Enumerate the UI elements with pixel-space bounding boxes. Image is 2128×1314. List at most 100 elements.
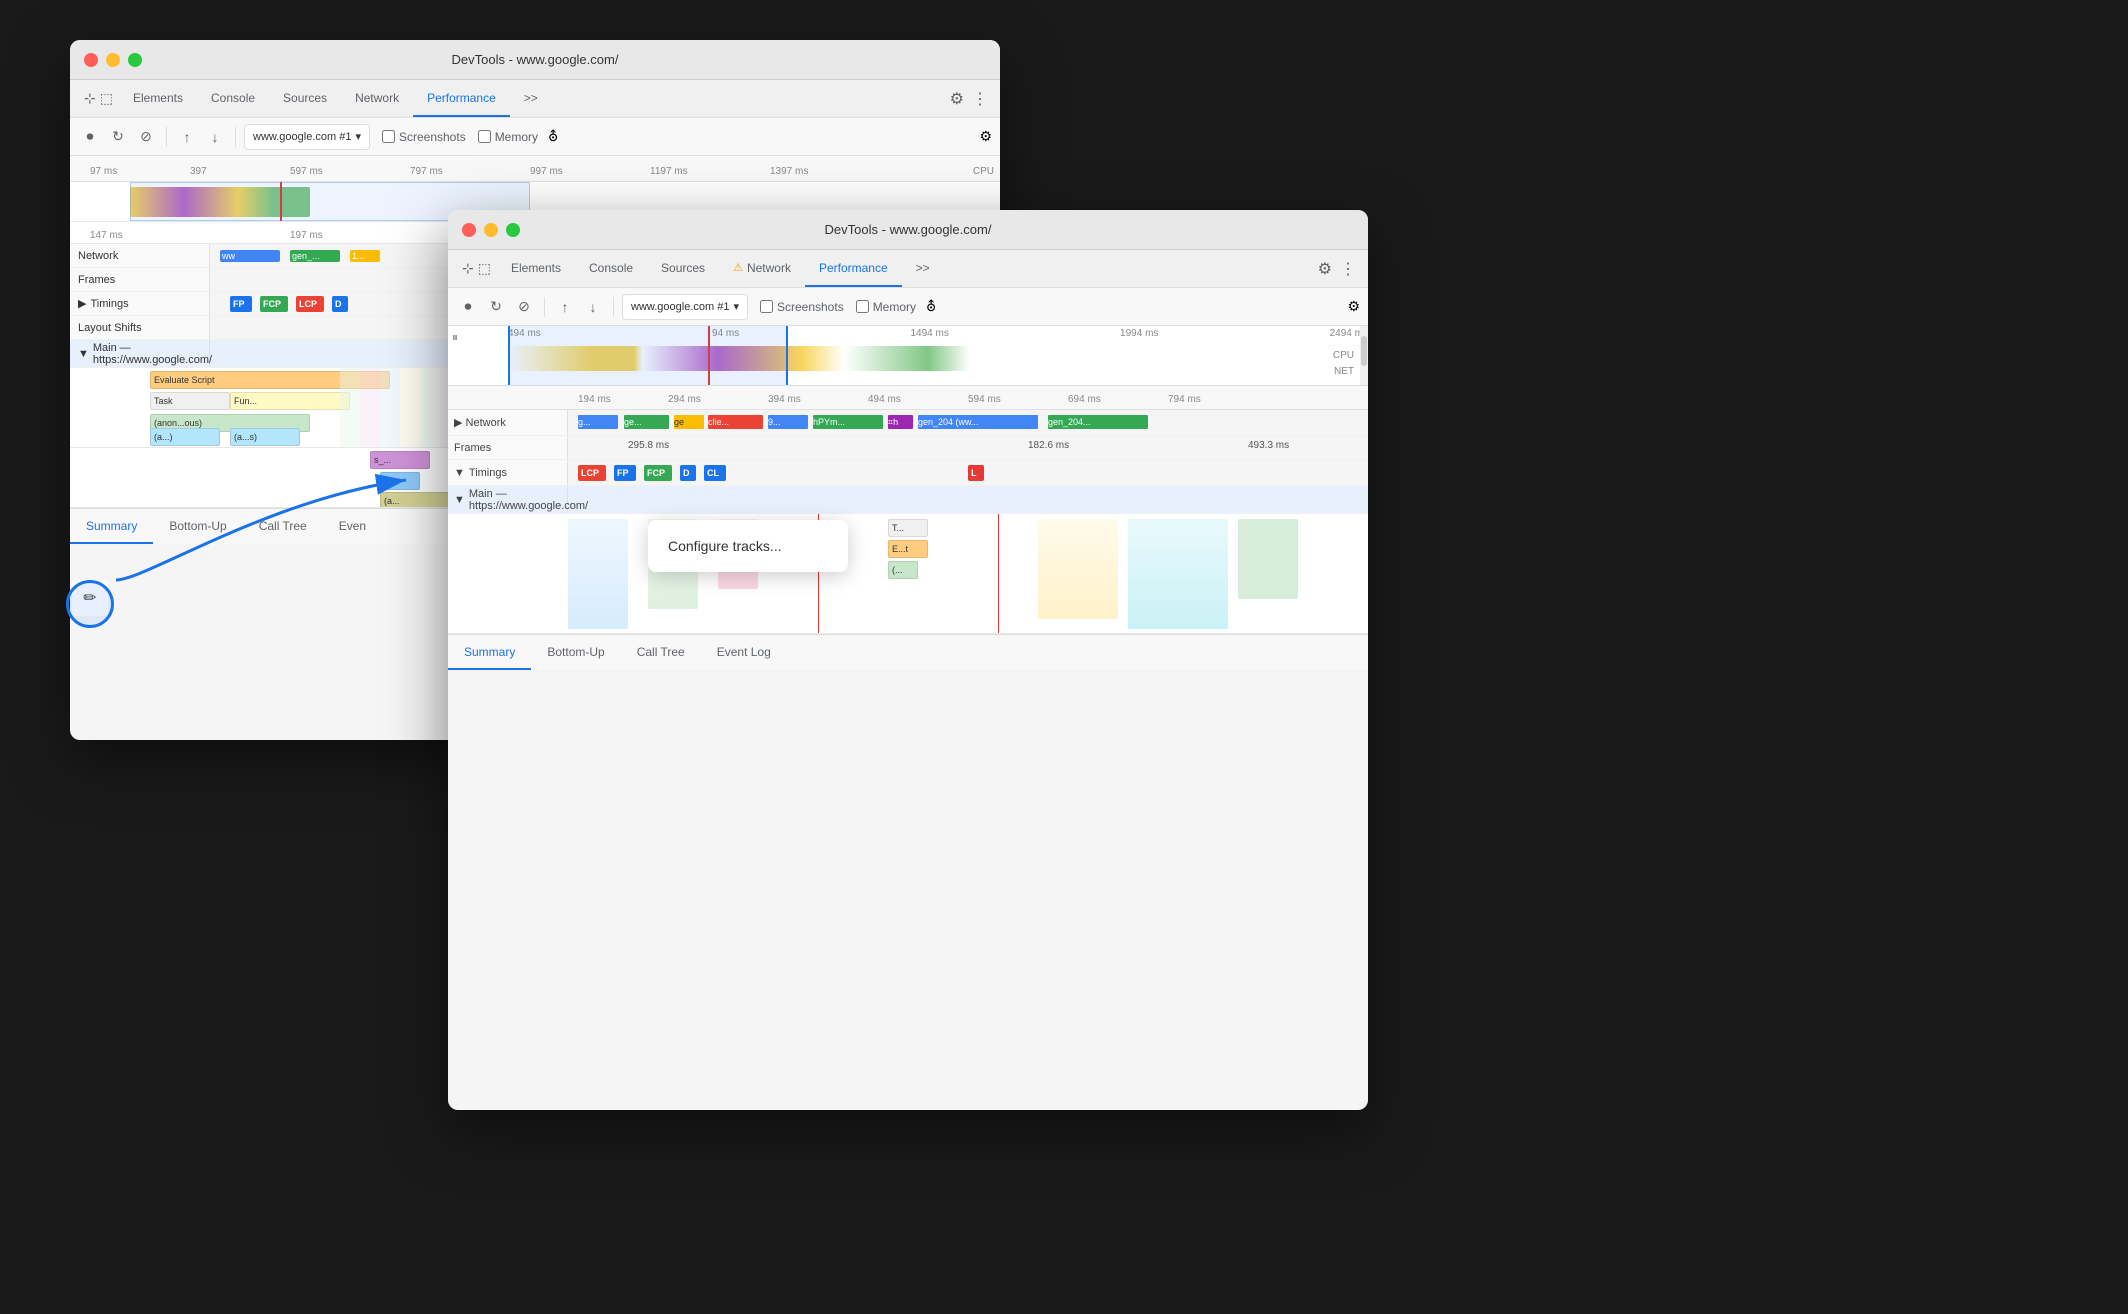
lcp-badge: LCP xyxy=(296,296,324,312)
ruler-397: 397 xyxy=(190,166,207,177)
close-button-1[interactable] xyxy=(84,53,98,67)
cursor-icon-1[interactable]: ⊹ xyxy=(84,90,96,107)
close-button-2[interactable] xyxy=(462,223,476,237)
tab-elements-1[interactable]: Elements xyxy=(119,80,197,117)
net-hpym: hPYm... xyxy=(813,415,883,429)
gear-icon-2[interactable]: ⚙ xyxy=(1318,259,1332,279)
bottom-up-tab-1[interactable]: Bottom-Up xyxy=(153,509,242,544)
tab-network-1[interactable]: Network xyxy=(341,80,413,117)
tab-overflow-2[interactable]: >> xyxy=(902,250,944,287)
event-log-tab-1[interactable]: Even xyxy=(323,509,382,544)
divider-2 xyxy=(235,127,236,147)
memory-checkbox-1[interactable]: Memory xyxy=(478,130,538,144)
timeline-overview-2[interactable]: ⏸ 494 ms 94 ms 1494 ms 1994 ms 2494 ms C… xyxy=(448,326,1368,386)
minimize-button-2[interactable] xyxy=(484,223,498,237)
call-tree-tab-1[interactable]: Call Tree xyxy=(243,509,323,544)
cpu-throttle-icon-2[interactable]: ⛢ xyxy=(926,298,936,315)
paren-block: (... xyxy=(888,561,918,579)
main-flame-area-2[interactable]: T... E...t (... xyxy=(448,514,1368,634)
cursor-icon-2[interactable]: ⊹ xyxy=(462,260,474,277)
toolbar-2: ⏺ ↻ ⊘ ↑ ↓ www.google.com #1 ▾ Screenshot… xyxy=(448,288,1368,326)
summary-tab-1[interactable]: Summary xyxy=(70,509,153,544)
net-track-1: 1... xyxy=(350,250,380,262)
settings-icon-2[interactable]: ⚙ xyxy=(1347,298,1360,315)
record-button-1[interactable]: ⏺ xyxy=(78,125,102,149)
tab-icons-2: ⊹ ⬚ xyxy=(456,250,497,287)
screenshots-check-2[interactable] xyxy=(760,300,773,313)
scroll-thumb-2[interactable] xyxy=(1361,336,1367,366)
url-selector-1[interactable]: www.google.com #1 ▾ xyxy=(244,124,370,150)
bottom-up-tab-2[interactable]: Bottom-Up xyxy=(531,635,620,670)
net-track-gen: gen_... xyxy=(290,250,340,262)
bottom-tabs-2: Summary Bottom-Up Call Tree Event Log xyxy=(448,634,1368,670)
configure-tracks-item[interactable]: Configure tracks... xyxy=(648,528,848,564)
record-button-2[interactable]: ⏺ xyxy=(456,295,480,319)
settings-icon-1[interactable]: ⚙ xyxy=(979,128,992,145)
divider-3 xyxy=(544,297,545,317)
divider-1 xyxy=(166,127,167,147)
lcp-badge-2: LCP xyxy=(578,465,606,481)
upload-button-2[interactable]: ↑ xyxy=(553,295,577,319)
clear-button-2[interactable]: ⊘ xyxy=(512,295,536,319)
timings-tl-content-2[interactable]: LCP FP FCP D CL L xyxy=(568,460,1368,485)
more-icon-1[interactable]: ⋮ xyxy=(972,89,988,109)
screenshots-check-1[interactable] xyxy=(382,130,395,143)
maximize-button-1[interactable] xyxy=(128,53,142,67)
ruler-1197: 1197 ms xyxy=(650,166,688,177)
net-9: 9... xyxy=(768,415,808,429)
selection-2[interactable] xyxy=(508,326,788,385)
reload-button-2[interactable]: ↻ xyxy=(484,295,508,319)
download-button-1[interactable]: ↓ xyxy=(203,125,227,149)
anon-2: (a...) xyxy=(150,428,220,446)
more-icon-2[interactable]: ⋮ xyxy=(1340,259,1356,279)
timings-arrow-2: ▼ xyxy=(454,467,465,479)
tab-overflow-1[interactable]: >> xyxy=(510,80,552,117)
upload-button-1[interactable]: ↑ xyxy=(175,125,199,149)
cpu-throttle-icon-1[interactable]: ⛢ xyxy=(548,128,558,145)
frames-label-1: Frames xyxy=(70,268,210,291)
tab-performance-1[interactable]: Performance xyxy=(413,80,510,117)
clear-button-1[interactable]: ⊘ xyxy=(134,125,158,149)
gear-icon-1[interactable]: ⚙ xyxy=(950,89,964,109)
memory-checkbox-2[interactable]: Memory xyxy=(856,300,916,314)
download-button-2[interactable]: ↓ xyxy=(581,295,605,319)
tab-console-1[interactable]: Console xyxy=(197,80,269,117)
minimize-button-1[interactable] xyxy=(106,53,120,67)
flame-col-6 xyxy=(1238,519,1298,599)
tab-sources-2[interactable]: Sources xyxy=(647,250,719,287)
reload-button-1[interactable]: ↻ xyxy=(106,125,130,149)
fp-badge: FP xyxy=(230,296,252,312)
device-icon-2[interactable]: ⬚ xyxy=(478,260,491,277)
tab-console-2[interactable]: Console xyxy=(575,250,647,287)
screenshots-checkbox-2[interactable]: Screenshots xyxy=(760,300,844,314)
timeline-ruler-1: 97 ms 397 597 ms 797 ms 997 ms 1197 ms 1… xyxy=(70,156,1000,182)
maximize-button-2[interactable] xyxy=(506,223,520,237)
frames-label-2: Frames xyxy=(448,436,568,459)
main-header-2[interactable] xyxy=(568,486,1368,513)
tab-sources-1[interactable]: Sources xyxy=(269,80,341,117)
event-log-tab-2[interactable]: Event Log xyxy=(701,635,787,670)
url-selector-2[interactable]: www.google.com #1 ▾ xyxy=(622,294,748,320)
memory-check-2[interactable] xyxy=(856,300,869,313)
window-controls-1 xyxy=(84,53,142,67)
main-chevron-2: ▼ xyxy=(454,494,465,506)
device-icon-1[interactable]: ⬚ xyxy=(100,90,113,107)
summary-tab-2[interactable]: Summary xyxy=(448,635,531,670)
tab-network-2[interactable]: ⚠ Network xyxy=(719,250,805,287)
timings-arrow-1: ▶ xyxy=(78,297,86,310)
frames-tl-content-2[interactable]: 295.8 ms 182.6 ms 493.3 ms xyxy=(568,436,1368,459)
tab-performance-2[interactable]: Performance xyxy=(805,250,902,287)
ruler-797: 797 ms xyxy=(410,166,443,177)
screenshots-checkbox-1[interactable]: Screenshots xyxy=(382,130,466,144)
net-g: g... xyxy=(578,415,618,429)
tab-elements-2[interactable]: Elements xyxy=(497,250,575,287)
scroll-track-2[interactable] xyxy=(1360,326,1368,385)
memory-check-1[interactable] xyxy=(478,130,491,143)
tab-settings-1: ⚙ ⋮ xyxy=(946,80,992,117)
network-tl-content-2[interactable]: g... ge... ge clie... 9... hPYm... ⌗h ge… xyxy=(568,410,1368,435)
window-title-1: DevTools - www.google.com/ xyxy=(452,52,619,67)
fcp-badge-2: FCP xyxy=(644,465,672,481)
detail-ruler-2: 194 ms 294 ms 394 ms 494 ms 594 ms 694 m… xyxy=(448,386,1368,410)
call-tree-tab-2[interactable]: Call Tree xyxy=(621,635,701,670)
l-badge-2: L xyxy=(968,465,984,481)
